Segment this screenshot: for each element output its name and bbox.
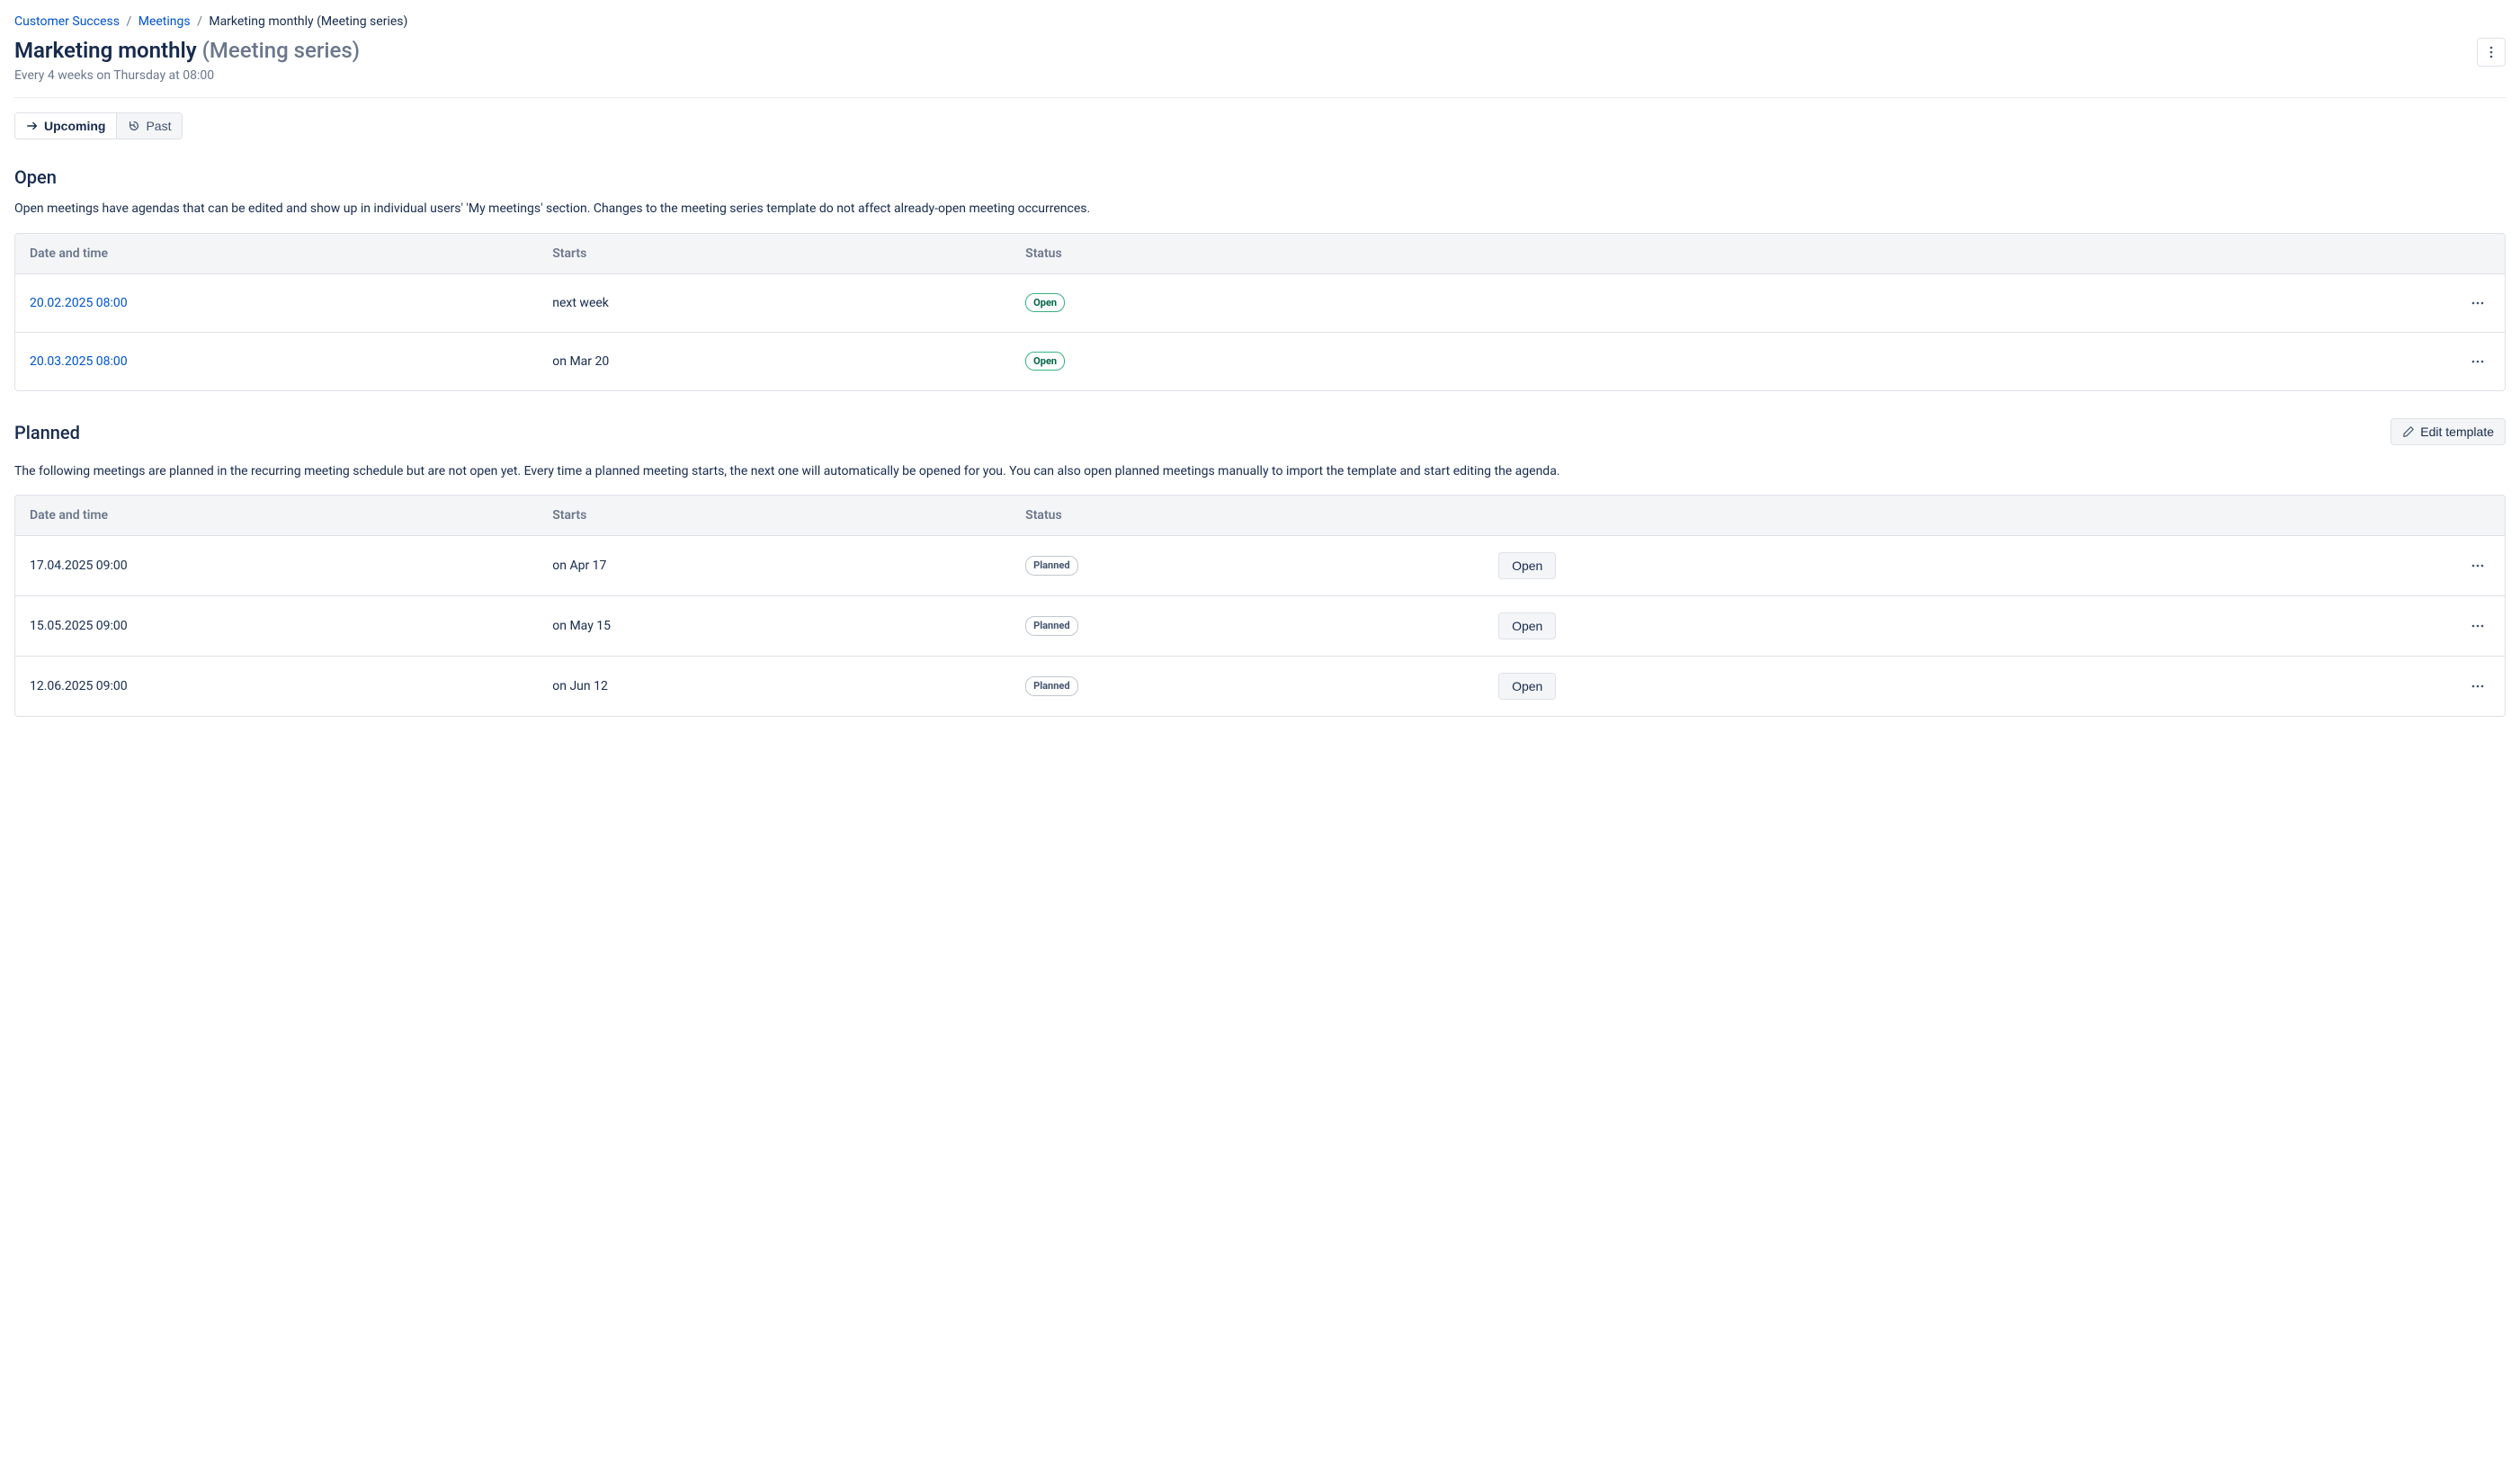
- breadcrumb-link-customer-success[interactable]: Customer Success: [14, 14, 120, 29]
- more-horizontal-icon: [2470, 618, 2486, 634]
- page-title-main: Marketing monthly: [14, 38, 197, 63]
- edit-template-label: Edit template: [2420, 425, 2494, 439]
- arrow-right-icon: [26, 120, 39, 132]
- page-more-menu-button[interactable]: [2477, 38, 2506, 67]
- table-row: 15.05.2025 09:00 on May 15 Planned Open: [15, 596, 2505, 657]
- breadcrumb-current: Marketing monthly (Meeting series): [209, 14, 407, 29]
- meeting-date-link[interactable]: 20.03.2025 08:00: [30, 354, 128, 369]
- column-header-date: Date and time: [15, 496, 538, 536]
- tab-upcoming-label: Upcoming: [44, 119, 105, 133]
- table-row: 20.02.2025 08:00 next week Open: [15, 274, 2505, 333]
- meeting-starts: on May 15: [538, 596, 1011, 657]
- status-badge: Planned: [1025, 616, 1077, 635]
- table-row: 20.03.2025 08:00 on Mar 20 Open: [15, 333, 2505, 390]
- meeting-starts: on Apr 17: [538, 536, 1011, 596]
- open-meeting-button[interactable]: Open: [1498, 552, 1556, 579]
- page-title: Marketing monthly (Meeting series): [14, 38, 360, 63]
- tab-past-label: Past: [146, 119, 171, 133]
- history-icon: [128, 120, 140, 132]
- status-badge: Open: [1025, 293, 1065, 312]
- open-meeting-button[interactable]: Open: [1498, 612, 1556, 639]
- breadcrumb-separator: /: [122, 14, 135, 29]
- column-header-status: Status: [1011, 234, 1484, 274]
- open-meetings-table: Date and time Starts Status 20.02.2025 0…: [14, 233, 2506, 391]
- breadcrumb-link-meetings[interactable]: Meetings: [139, 14, 191, 29]
- tab-upcoming[interactable]: Upcoming: [15, 113, 116, 139]
- meeting-starts: next week: [538, 274, 1011, 333]
- column-header-starts: Starts: [538, 234, 1011, 274]
- pencil-icon: [2402, 425, 2415, 438]
- meeting-starts: on Jun 12: [538, 657, 1011, 716]
- column-header-starts: Starts: [538, 496, 1011, 536]
- meeting-date-link[interactable]: 20.02.2025 08:00: [30, 296, 128, 310]
- row-more-menu-button[interactable]: [2465, 674, 2490, 699]
- upcoming-past-toggle: Upcoming Past: [14, 112, 183, 139]
- column-header-status: Status: [1011, 496, 1484, 536]
- status-badge: Planned: [1025, 676, 1077, 695]
- breadcrumb-separator: /: [193, 14, 206, 29]
- meeting-date: 12.06.2025 09:00: [15, 657, 538, 716]
- more-horizontal-icon: [2470, 558, 2486, 574]
- planned-meetings-table: Date and time Starts Status 17.04.2025 0…: [14, 495, 2506, 717]
- meeting-starts: on Mar 20: [538, 333, 1011, 390]
- table-row: 12.06.2025 09:00 on Jun 12 Planned Open: [15, 657, 2505, 716]
- column-header-more: [1808, 496, 2505, 536]
- meeting-date: 17.04.2025 09:00: [15, 536, 538, 596]
- more-vertical-icon: [2484, 45, 2498, 59]
- more-horizontal-icon: [2470, 678, 2486, 694]
- section-heading-planned: Planned: [14, 422, 80, 443]
- section-description-planned: The following meetings are planned in th…: [14, 463, 2506, 481]
- section-description-open: Open meetings have agendas that can be e…: [14, 201, 2506, 219]
- table-row: 17.04.2025 09:00 on Apr 17 Planned Open: [15, 536, 2505, 596]
- more-horizontal-icon: [2470, 353, 2486, 370]
- column-header-action: [1484, 234, 1808, 274]
- tab-past[interactable]: Past: [116, 113, 182, 139]
- edit-template-button[interactable]: Edit template: [2390, 418, 2506, 445]
- column-header-more: [1808, 234, 2505, 274]
- row-more-menu-button[interactable]: [2465, 291, 2490, 316]
- more-horizontal-icon: [2470, 295, 2486, 311]
- open-meeting-button[interactable]: Open: [1498, 673, 1556, 700]
- column-header-action: [1484, 496, 1808, 536]
- status-badge: Open: [1025, 352, 1065, 371]
- page-title-suffix: (Meeting series): [202, 38, 360, 63]
- meeting-date: 15.05.2025 09:00: [15, 596, 538, 657]
- row-more-menu-button[interactable]: [2465, 553, 2490, 578]
- row-more-menu-button[interactable]: [2465, 349, 2490, 374]
- row-more-menu-button[interactable]: [2465, 613, 2490, 639]
- status-badge: Planned: [1025, 556, 1077, 575]
- breadcrumb: Customer Success / Meetings / Marketing …: [14, 14, 2506, 29]
- column-header-date: Date and time: [15, 234, 538, 274]
- section-heading-open: Open: [14, 166, 2506, 188]
- divider: [14, 97, 2506, 98]
- schedule-text: Every 4 weeks on Thursday at 08:00: [14, 68, 360, 83]
